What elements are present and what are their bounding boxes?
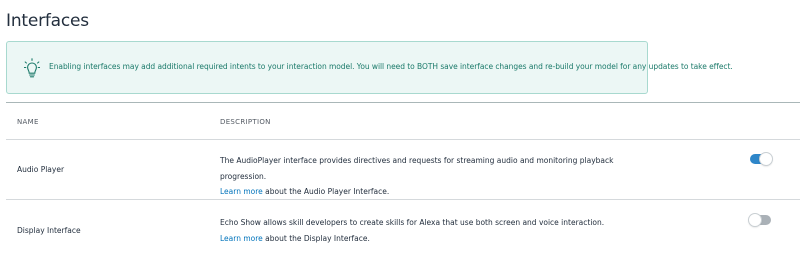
description-text: Echo Show allows skill developers to cre… — [220, 218, 605, 227]
learn-more-link[interactable]: Learn more — [220, 234, 263, 243]
audio-player-toggle[interactable] — [750, 153, 772, 165]
header-divider — [6, 139, 800, 140]
learn-more-link[interactable]: Learn more — [220, 187, 263, 196]
interface-name: Display Interface — [17, 226, 81, 235]
description-suffix: about the Audio Player Interface. — [262, 187, 390, 196]
interface-description: Echo Show allows skill developers to cre… — [220, 215, 620, 246]
display-interface-toggle[interactable] — [749, 214, 771, 226]
column-header-name: NAME — [17, 118, 39, 126]
table-top-divider — [6, 102, 800, 103]
page-title: Interfaces — [6, 11, 89, 31]
toggle-knob — [760, 153, 772, 165]
description-suffix: about the Display Interface. — [262, 233, 370, 243]
info-banner: Enabling interfaces may add additional r… — [6, 41, 733, 94]
row-divider — [6, 199, 800, 200]
info-banner-message: Enabling interfaces may add additional r… — [49, 62, 733, 71]
interface-name: Audio Player — [17, 165, 65, 174]
lightbulb-icon — [23, 58, 41, 78]
column-header-description: DESCRIPTION — [220, 118, 271, 126]
interface-description: The AudioPlayer interface provides direc… — [220, 153, 620, 200]
description-text: The AudioPlayer interface provides direc… — [220, 156, 614, 181]
toggle-knob — [749, 214, 761, 226]
